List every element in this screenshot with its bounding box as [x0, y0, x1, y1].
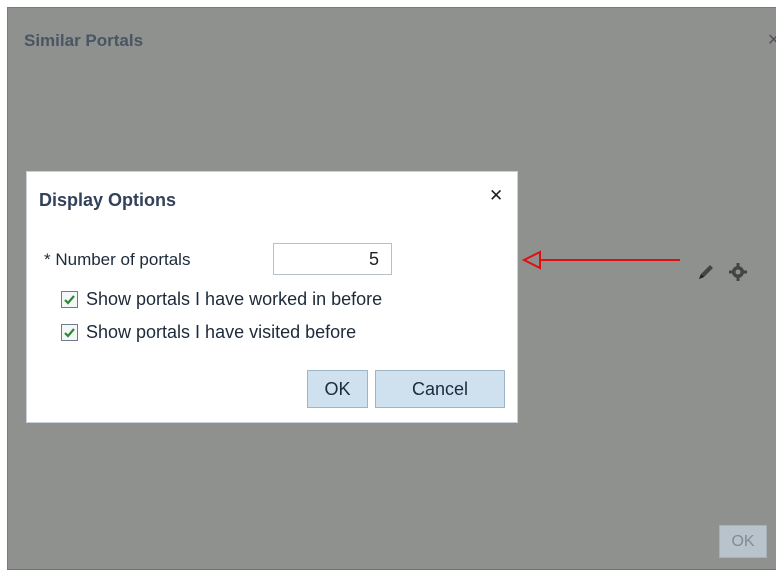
background-close-icon[interactable]: ✕	[767, 30, 776, 50]
option-visited-before[interactable]: Show portals I have visited before	[61, 322, 356, 343]
number-of-portals-label: * Number of portals	[44, 250, 191, 269]
checkbox-worked-in-before[interactable]	[61, 291, 78, 308]
option-worked-in-before[interactable]: Show portals I have worked in before	[61, 289, 382, 310]
option-label: Show portals I have visited before	[86, 322, 357, 342]
number-of-portals-input[interactable]	[273, 243, 392, 275]
cancel-button[interactable]: Cancel	[375, 370, 505, 408]
ok-button[interactable]: OK	[307, 370, 368, 408]
background-ok-button[interactable]: OK	[719, 525, 767, 558]
option-label: Show portals I have worked in before	[86, 289, 383, 309]
checkbox-visited-before[interactable]	[61, 324, 78, 341]
dialog-close-icon[interactable]: ✕	[489, 186, 503, 206]
toolbar	[695, 261, 749, 283]
settings-icon[interactable]	[727, 261, 749, 283]
checkmark-icon	[64, 328, 75, 338]
dialog-title: Display Options	[39, 190, 177, 210]
checkmark-icon	[64, 295, 75, 305]
display-options-dialog: Display Options ✕ * Number of portals Sh…	[26, 171, 518, 423]
pencil-icon[interactable]	[695, 261, 717, 283]
annotation-arrow-icon	[522, 250, 680, 270]
background-panel-title: Similar Portals	[24, 31, 144, 50]
